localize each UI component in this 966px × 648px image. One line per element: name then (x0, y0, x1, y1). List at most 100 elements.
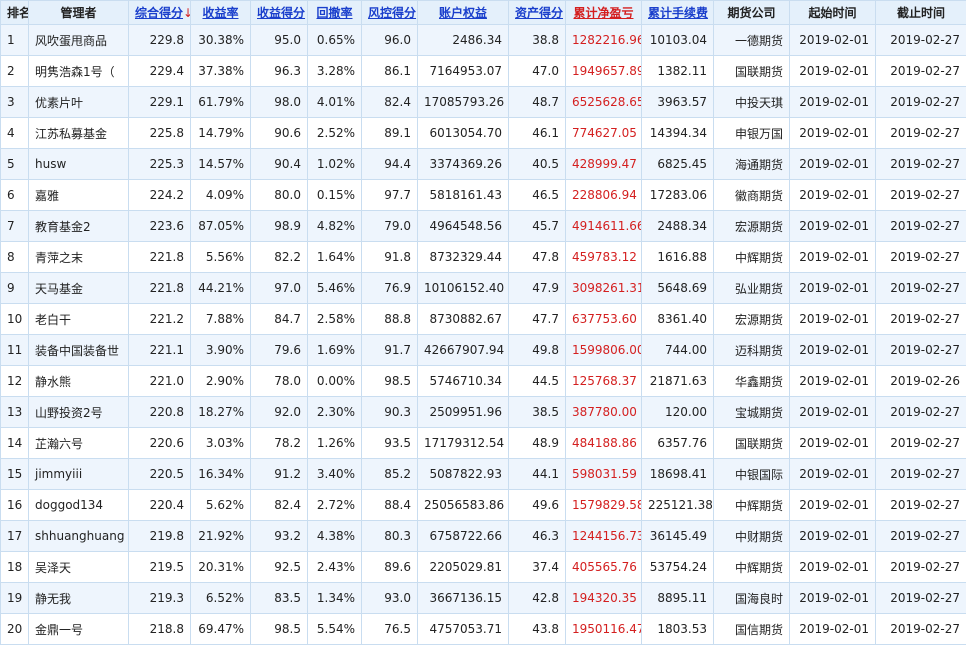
table-row[interactable]: 19 静无我 219.3 6.52% 83.5 1.34% 93.0 3667136.15 42… (0, 582, 966, 614)
end-date-cell: 2019-02-27 (875, 334, 966, 366)
rank-cell: 20 (0, 613, 29, 645)
manager-cell[interactable]: 江苏私募基金 (28, 117, 129, 149)
start-date-cell: 2019-02-01 (789, 489, 876, 521)
col-fees[interactable]: 累计手续费 (641, 0, 714, 25)
manager-cell[interactable]: 装备中国装备世 (28, 334, 129, 366)
col-equity[interactable]: 账户权益 (417, 0, 509, 25)
net-pnl-cell: 459783.12 (565, 241, 642, 273)
sort-asset-score-link[interactable]: 资产得分 (515, 6, 563, 20)
manager-cell[interactable]: 嘉雅 (28, 179, 129, 211)
table-row[interactable]: 13 山野投资2号 220.8 18.27% 92.0 2.30% 90.3 2509951.… (0, 396, 966, 428)
manager-cell[interactable]: 静水熊 (28, 365, 129, 397)
rank-cell: 16 (0, 489, 29, 521)
table-row[interactable]: 16 doggod134 220.4 5.62% 82.4 2.72% 88.4 250565… (0, 489, 966, 521)
sort-drawdown-link[interactable]: 回撤率 (316, 6, 352, 20)
table-row[interactable]: 9 天马基金 221.8 44.21% 97.0 5.46% 76.9 10106152.40… (0, 272, 966, 304)
equity-cell: 2205029.81 (417, 551, 509, 583)
return-score-cell: 98.0 (250, 86, 308, 118)
table-row[interactable]: 4 江苏私募基金 225.8 14.79% 90.6 2.52% 89.1 6013054.7… (0, 117, 966, 149)
manager-cell[interactable]: jimmyiii (28, 458, 129, 490)
drawdown-cell: 2.52% (307, 117, 362, 149)
company-cell: 迈科期货 (713, 334, 790, 366)
sort-return-rate-link[interactable]: 收益率 (202, 6, 238, 20)
risk-score-cell: 89.1 (361, 117, 418, 149)
table-row[interactable]: 1 风吹蛋甩商品 229.8 30.38% 95.0 0.65% 96.0 2486.34 38… (0, 24, 966, 56)
manager-cell[interactable]: shhuanghuang (28, 520, 129, 552)
risk-score-cell: 93.0 (361, 582, 418, 614)
col-risk-score[interactable]: 风控得分 (361, 0, 418, 25)
rank-cell: 10 (0, 303, 29, 335)
table-row[interactable]: 5 husw 225.3 14.57% 90.4 1.02% 94.4 3374369.26 4… (0, 148, 966, 180)
risk-score-cell: 89.6 (361, 551, 418, 583)
start-date-cell: 2019-02-01 (789, 334, 876, 366)
return-score-cell: 84.7 (250, 303, 308, 335)
manager-cell[interactable]: 吴泽天 (28, 551, 129, 583)
col-asset-score[interactable]: 资产得分 (508, 0, 566, 25)
composite-cell: 229.4 (128, 55, 191, 87)
company-cell: 国信期货 (713, 613, 790, 645)
table-row[interactable]: 14 芷瀚六号 220.6 3.03% 78.2 1.26% 93.5 17179312.54… (0, 427, 966, 459)
table-row[interactable]: 2 明隽浩森1号（ 229.4 37.38% 96.3 3.28% 86.1 7164953.… (0, 55, 966, 87)
manager-cell[interactable]: 山野投资2号 (28, 396, 129, 428)
asset-score-cell: 40.5 (508, 148, 566, 180)
rank-cell: 17 (0, 520, 29, 552)
manager-cell[interactable]: 静无我 (28, 582, 129, 614)
manager-cell[interactable]: 教育基金2 (28, 210, 129, 242)
table-row[interactable]: 18 吴泽天 219.5 20.31% 92.5 2.43% 89.6 2205029.81 3… (0, 551, 966, 583)
drawdown-cell: 1.02% (307, 148, 362, 180)
table-row[interactable]: 20 金鼎一号 218.8 69.47% 98.5 5.54% 76.5 4757053.71… (0, 613, 966, 645)
manager-cell[interactable]: 风吹蛋甩商品 (28, 24, 129, 56)
table-row[interactable]: 3 优素片叶 229.1 61.79% 98.0 4.01% 82.4 17085793.26… (0, 86, 966, 118)
sort-return-score-link[interactable]: 收益得分 (257, 6, 305, 20)
risk-score-cell: 93.5 (361, 427, 418, 459)
table-row[interactable]: 6 嘉雅 224.2 4.09% 80.0 0.15% 97.7 5818161.43 46.5… (0, 179, 966, 211)
col-rank: 排名 (0, 0, 29, 25)
manager-cell[interactable]: 明隽浩森1号（ (28, 55, 129, 87)
manager-cell[interactable]: 老白干 (28, 303, 129, 335)
equity-cell: 42667907.94 (417, 334, 509, 366)
return-rate-cell: 16.34% (190, 458, 251, 490)
composite-cell: 219.8 (128, 520, 191, 552)
sort-risk-score-link[interactable]: 风控得分 (368, 6, 416, 20)
manager-cell[interactable]: 芷瀚六号 (28, 427, 129, 459)
return-rate-cell: 3.90% (190, 334, 251, 366)
return-score-cell: 82.2 (250, 241, 308, 273)
table-row[interactable]: 12 静水熊 221.0 2.90% 78.0 0.00% 98.5 5746710.34 44… (0, 365, 966, 397)
company-cell: 一德期货 (713, 24, 790, 56)
rank-cell: 19 (0, 582, 29, 614)
asset-score-cell: 43.8 (508, 613, 566, 645)
risk-score-cell: 80.3 (361, 520, 418, 552)
sort-composite-link[interactable]: 综合得分 (135, 6, 183, 20)
manager-cell[interactable]: 金鼎一号 (28, 613, 129, 645)
table-row[interactable]: 17 shhuanghuang 219.8 21.92% 93.2 4.38% 80.3 67… (0, 520, 966, 552)
equity-cell: 3374369.26 (417, 148, 509, 180)
col-net-pnl[interactable]: 累计净盈亏 (565, 0, 642, 25)
manager-cell[interactable]: 天马基金 (28, 272, 129, 304)
manager-cell[interactable]: 优素片叶 (28, 86, 129, 118)
end-date-cell: 2019-02-27 (875, 24, 966, 56)
risk-score-cell: 88.4 (361, 489, 418, 521)
sort-net-pnl-link[interactable]: 累计净盈亏 (573, 6, 633, 20)
manager-cell[interactable]: husw (28, 148, 129, 180)
table-row[interactable]: 11 装备中国装备世 221.1 3.90% 79.6 1.69% 91.7 42667907… (0, 334, 966, 366)
equity-cell: 5087822.93 (417, 458, 509, 490)
table-row[interactable]: 10 老白干 221.2 7.88% 84.7 2.58% 88.8 8730882.67 47… (0, 303, 966, 335)
composite-cell: 219.3 (128, 582, 191, 614)
end-date-cell: 2019-02-26 (875, 365, 966, 397)
table-row[interactable]: 8 青萍之末 221.8 5.56% 82.2 1.64% 91.8 8732329.44 47… (0, 241, 966, 273)
table-row[interactable]: 15 jimmyiii 220.5 16.34% 91.2 3.40% 85.2 508782… (0, 458, 966, 490)
equity-cell: 6013054.70 (417, 117, 509, 149)
return-score-cell: 80.0 (250, 179, 308, 211)
col-return-score[interactable]: 收益得分 (250, 0, 308, 25)
col-composite[interactable]: 综合得分↓ (128, 0, 191, 25)
rank-cell: 1 (0, 24, 29, 56)
table-row[interactable]: 7 教育基金2 223.6 87.05% 98.9 4.82% 79.0 4964548.56… (0, 210, 966, 242)
manager-cell[interactable]: doggod134 (28, 489, 129, 521)
composite-cell: 221.2 (128, 303, 191, 335)
sort-fees-link[interactable]: 累计手续费 (648, 6, 708, 20)
sort-equity-link[interactable]: 账户权益 (439, 6, 487, 20)
col-return-rate[interactable]: 收益率 (190, 0, 251, 25)
col-drawdown[interactable]: 回撤率 (307, 0, 362, 25)
manager-cell[interactable]: 青萍之末 (28, 241, 129, 273)
fees-cell: 8895.11 (641, 582, 714, 614)
